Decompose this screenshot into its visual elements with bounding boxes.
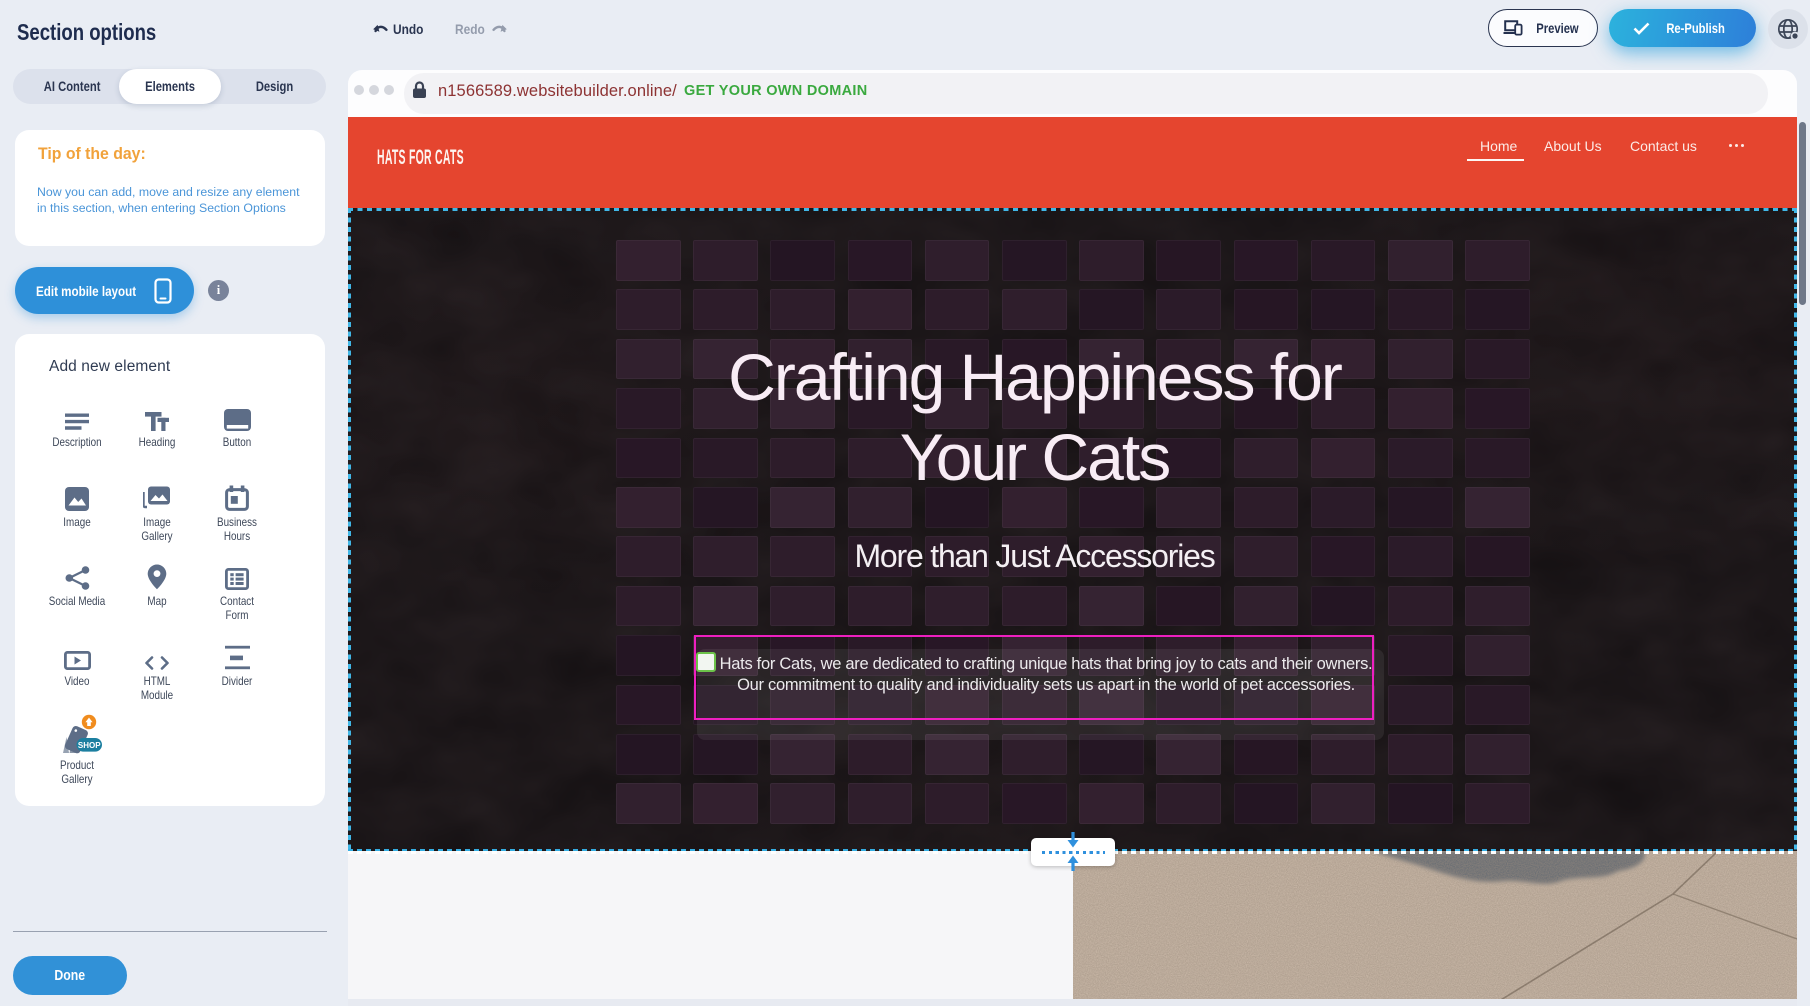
svg-text:SHOP: SHOP (78, 741, 101, 750)
